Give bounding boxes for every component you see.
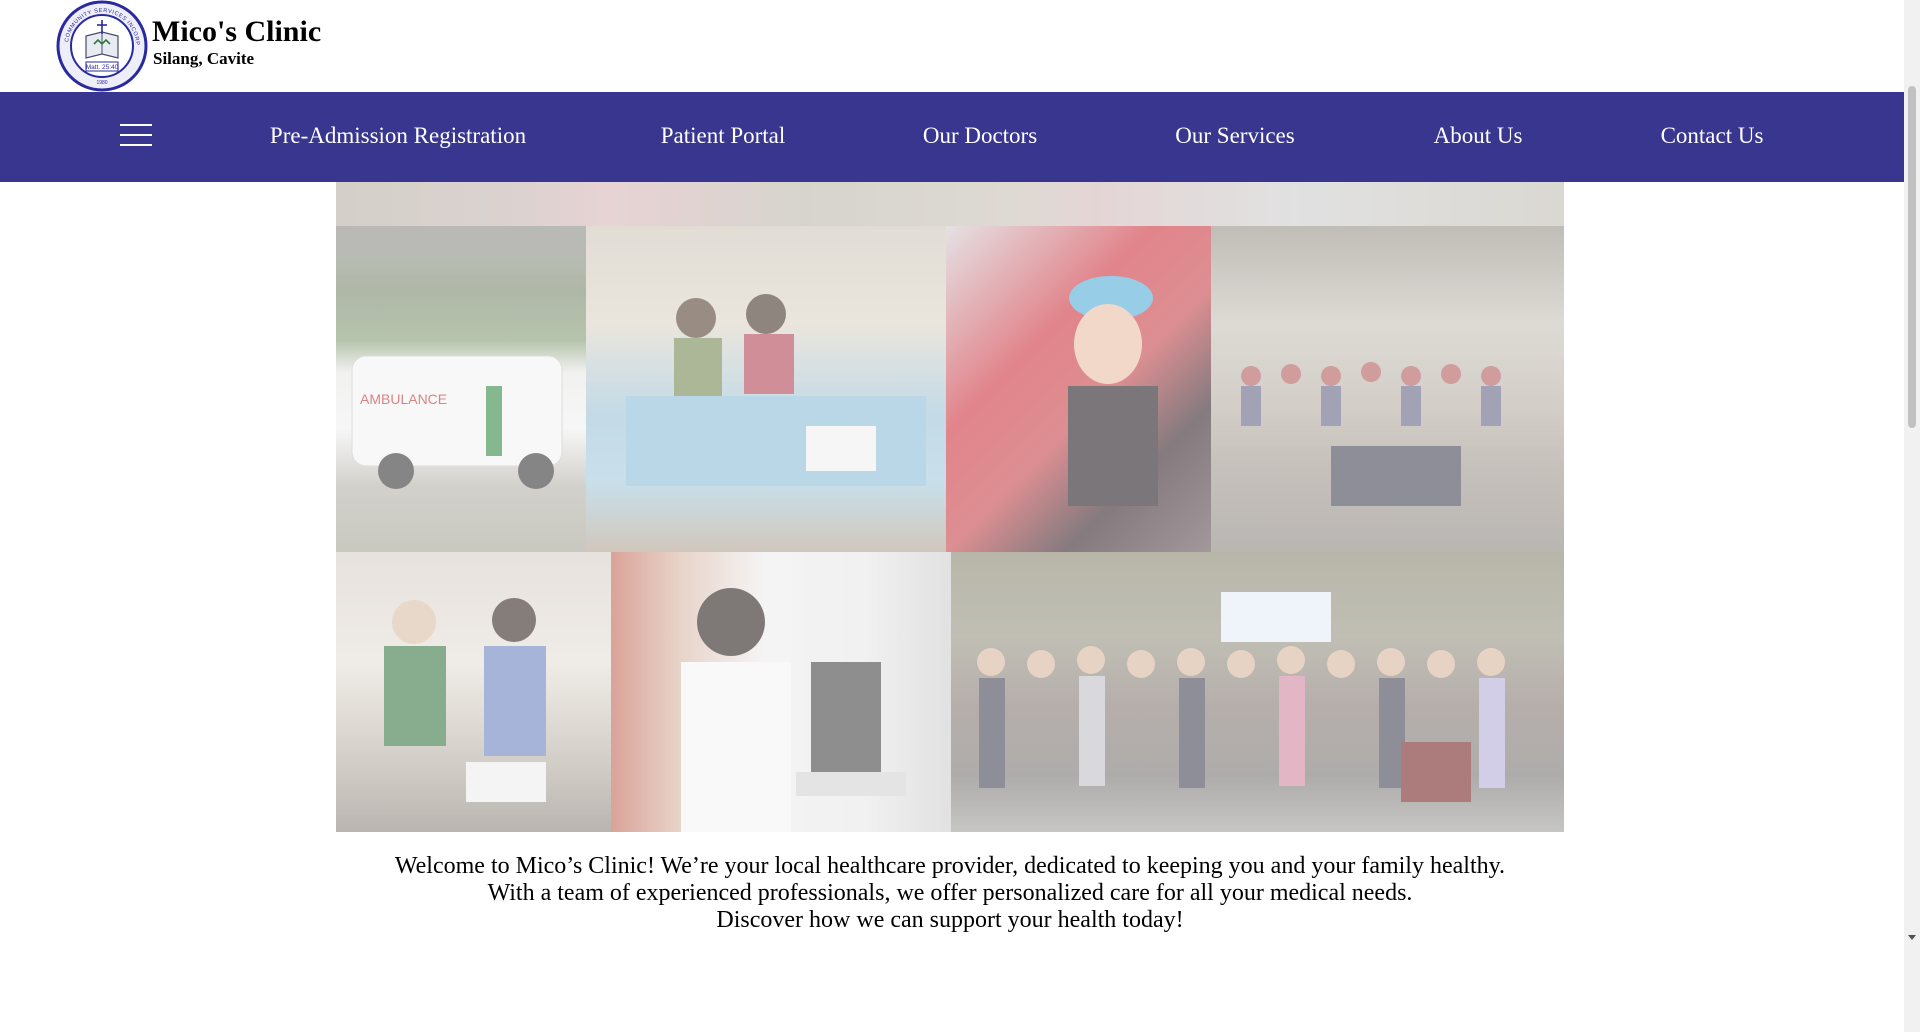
top-strip-photo bbox=[336, 182, 1564, 226]
site-header: Matt. 25:40 MISSION COMMUNITY SERVICES I… bbox=[0, 0, 1904, 92]
scroll-down-arrow-icon[interactable] bbox=[1908, 935, 1916, 940]
scrollbar-thumb[interactable] bbox=[1908, 86, 1916, 428]
page-scrollbar[interactable] bbox=[1904, 0, 1920, 1032]
nav-pre-admission-registration[interactable]: Pre-Admission Registration bbox=[270, 122, 526, 150]
welcome-line-3: Discover how we can support your health … bbox=[716, 907, 1184, 933]
main-navbar: Pre-Admission Registration Patient Porta… bbox=[0, 92, 1904, 182]
clinic-staff-photo bbox=[336, 552, 611, 832]
welcome-message: Welcome to Mico’s Clinic! We’re your loc… bbox=[336, 853, 1564, 934]
nav-about-us[interactable]: About Us bbox=[1434, 122, 1523, 150]
registration-desk-photo bbox=[586, 226, 946, 552]
ambulance-photo: AMBULANCE bbox=[336, 226, 586, 552]
nav-contact-us[interactable]: Contact Us bbox=[1661, 122, 1764, 150]
nav-our-doctors[interactable]: Our Doctors bbox=[923, 122, 1037, 150]
brand-name[interactable]: Mico's Clinic bbox=[152, 12, 321, 52]
nasal-swab-photo bbox=[946, 226, 1211, 552]
hamburger-menu-icon[interactable] bbox=[120, 124, 152, 148]
waiting-area-photo bbox=[1211, 226, 1564, 552]
nav-our-services[interactable]: Our Services bbox=[1175, 122, 1294, 150]
microscope-lab-photo bbox=[611, 552, 951, 832]
logo-year: 1980 bbox=[96, 80, 107, 86]
hero-photo-collage: AMBULANCE bbox=[336, 182, 1564, 832]
logo-verse: Matt. 25:40 bbox=[86, 64, 119, 71]
nav-patient-portal[interactable]: Patient Portal bbox=[661, 122, 786, 150]
clinic-logo[interactable]: Matt. 25:40 MISSION COMMUNITY SERVICES I… bbox=[56, 0, 148, 92]
community-group-photo bbox=[951, 552, 1564, 832]
welcome-line-1: Welcome to Mico’s Clinic! We’re your loc… bbox=[394, 853, 1506, 879]
welcome-line-2: With a team of experienced professionals… bbox=[487, 880, 1413, 906]
brand-location: Silang, Cavite bbox=[153, 49, 255, 68]
